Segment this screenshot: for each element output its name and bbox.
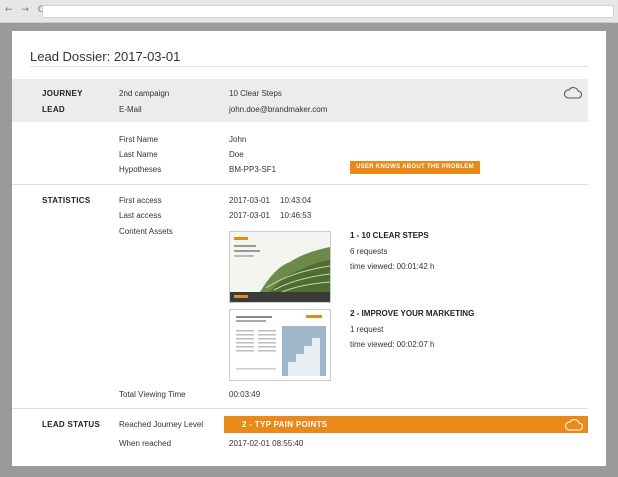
hypotheses-label: Hypotheses bbox=[119, 165, 162, 174]
lead-label: LEAD bbox=[42, 105, 65, 114]
first-access-label: First access bbox=[119, 196, 162, 205]
asset-time-viewed: time viewed: 00:02:07 h bbox=[350, 340, 435, 349]
total-viewing-time-value: 00:03:49 bbox=[229, 390, 261, 399]
section-divider bbox=[12, 408, 588, 409]
first-name-value: John bbox=[229, 135, 247, 144]
asset-title[interactable]: 2 - IMPROVE YOUR MARKETING bbox=[350, 309, 474, 318]
cloud-icon[interactable] bbox=[564, 418, 584, 432]
when-reached-value: 2017-02-01 08:55:40 bbox=[229, 439, 304, 448]
dossier-page: Lead Dossier: 2017-03-01 JOURNEY 2nd cam… bbox=[12, 31, 606, 466]
journey-label: JOURNEY bbox=[42, 89, 83, 98]
browser-toolbar: ← → C bbox=[0, 0, 618, 23]
reached-level-label: Reached Journey Level bbox=[119, 420, 204, 429]
last-access-label: Last access bbox=[119, 211, 162, 220]
journey-value: 10 Clear Steps bbox=[229, 89, 282, 98]
statistics-label: STATISTICS bbox=[42, 196, 91, 205]
journey-lead-band bbox=[12, 79, 588, 122]
last-name-value: Doe bbox=[229, 150, 244, 159]
asset-title[interactable]: 1 - 10 CLEAR STEPS bbox=[350, 231, 429, 240]
page-title: Lead Dossier: 2017-03-01 bbox=[30, 49, 181, 64]
title-divider bbox=[30, 66, 588, 67]
when-reached-label: When reached bbox=[119, 439, 172, 448]
lead-status-label: LEAD STATUS bbox=[42, 420, 101, 429]
asset-document-image bbox=[230, 310, 330, 380]
first-access-date: 2017-03-01 bbox=[229, 196, 270, 205]
first-access-time: 10:43:04 bbox=[280, 196, 312, 205]
hypotheses-value: BM-PP3-SF1 bbox=[229, 165, 277, 174]
last-access-time: 10:46:53 bbox=[280, 211, 312, 220]
asset-thumbnail[interactable] bbox=[229, 309, 331, 381]
last-access-date: 2017-03-01 bbox=[229, 211, 270, 220]
asset-thumbnail[interactable] bbox=[229, 231, 331, 303]
journey-level-bar: 2 - TYP PAIN POINTS bbox=[224, 416, 588, 433]
asset-requests: 6 requests bbox=[350, 247, 388, 256]
asset-cover-image bbox=[230, 232, 330, 302]
browser-nav-buttons[interactable]: ← → C bbox=[5, 5, 47, 15]
hypothesis-badge: USER KNOWS ABOUT THE PROBLEM bbox=[350, 161, 480, 174]
section-divider bbox=[12, 184, 588, 185]
cloud-icon[interactable] bbox=[563, 86, 583, 100]
address-bar[interactable] bbox=[42, 5, 614, 18]
content-assets-label: Content Assets bbox=[119, 227, 173, 236]
last-name-label: Last Name bbox=[119, 150, 158, 159]
journey-level-value: 2 - TYP PAIN POINTS bbox=[242, 420, 328, 429]
first-name-label: First Name bbox=[119, 135, 159, 144]
asset-requests: 1 request bbox=[350, 325, 384, 334]
total-viewing-time-label: Total Viewing Time bbox=[119, 390, 186, 399]
asset-time-viewed: time viewed: 00:01:42 h bbox=[350, 262, 435, 271]
journey-campaign: 2nd campaign bbox=[119, 89, 170, 98]
email-value: john.doe@brandmaker.com bbox=[229, 105, 328, 114]
email-label: E-Mail bbox=[119, 105, 142, 114]
